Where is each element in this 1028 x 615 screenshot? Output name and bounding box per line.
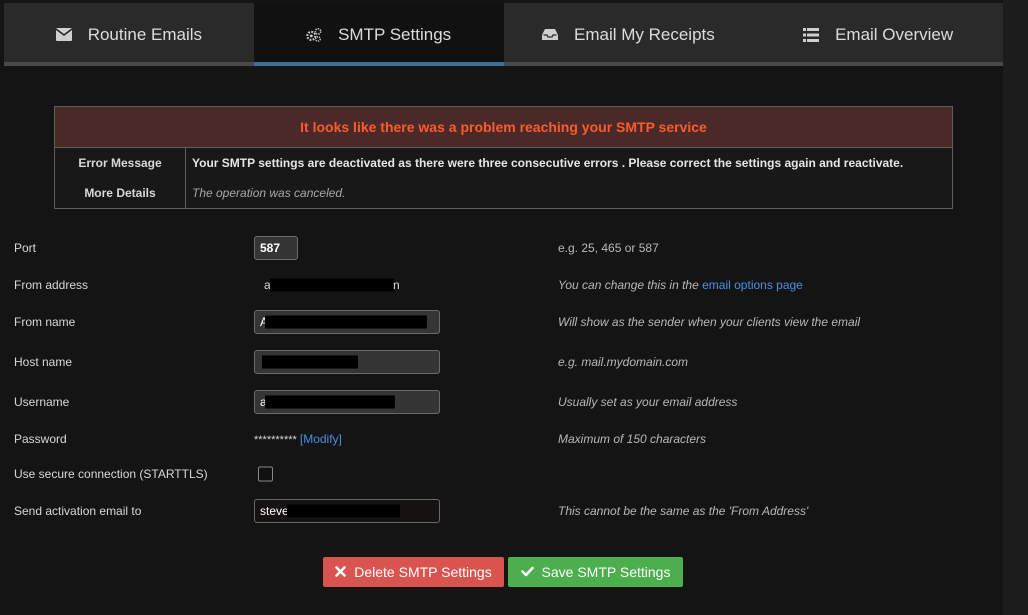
envelope-icon: [55, 27, 72, 43]
host-name-hint: e.g. mail.mydomain.com: [558, 355, 689, 369]
port-input[interactable]: [254, 236, 298, 260]
from-name-row: From name Will show as the sender when y…: [0, 307, 1003, 337]
error-details-row: More Details The operation was canceled.: [55, 178, 952, 208]
redaction-bar: [270, 278, 394, 292]
from-address-value-end: n: [393, 278, 400, 292]
tab-label: Email Overview: [835, 24, 954, 44]
host-name-row: Host name e.g. mail.mydomain.com: [0, 347, 1003, 377]
error-panel: It looks like there was a problem reachi…: [54, 106, 953, 209]
redaction-bar: [262, 355, 358, 369]
secure-checkbox[interactable]: [258, 466, 273, 482]
password-display: ********** [Modify]: [254, 432, 342, 446]
app: Routine Emails SMTP Settings Email My Re…: [0, 0, 1003, 615]
from-name-label: From name: [14, 315, 76, 329]
secure-label: Use secure connection (STARTTLS): [14, 467, 208, 481]
password-row: Password ********** [Modify] Maximum of …: [0, 424, 1003, 454]
activation-hint: This cannot be the same as the 'From Add…: [558, 504, 809, 518]
delete-smtp-button[interactable]: Delete SMTP Settings: [323, 557, 504, 587]
gears-icon: [306, 27, 322, 43]
tab-bar: Routine Emails SMTP Settings Email My Re…: [4, 3, 1003, 66]
from-address-row: From address a n You can change this in …: [0, 270, 1003, 300]
save-smtp-label: Save SMTP Settings: [541, 564, 671, 580]
error-message-row: Error Message Your SMTP settings are dea…: [55, 148, 952, 178]
error-title: It looks like there was a problem reachi…: [55, 107, 952, 148]
close-icon: [335, 564, 347, 580]
tab-label: Routine Emails: [87, 24, 203, 44]
tab-routine-emails[interactable]: Routine Emails: [4, 3, 254, 66]
activation-row: Send activation email to This cannot be …: [0, 496, 1003, 526]
host-name-label: Host name: [14, 355, 73, 369]
port-label: Port: [14, 241, 37, 255]
inbox-icon: [541, 27, 558, 43]
tab-label: Email My Receipts: [573, 24, 715, 44]
modify-password-link[interactable]: [Modify]: [300, 432, 342, 446]
redaction-bar: [265, 315, 427, 329]
check-icon: [520, 564, 534, 580]
password-hint: Maximum of 150 characters: [558, 432, 707, 446]
tab-smtp-settings[interactable]: SMTP Settings: [253, 3, 504, 66]
tab-email-my-receipts[interactable]: Email My Receipts: [504, 3, 754, 66]
error-message-text: Your SMTP settings are deactivated as th…: [192, 156, 904, 170]
redaction-bar: [265, 395, 395, 409]
delete-smtp-label: Delete SMTP Settings: [354, 564, 492, 580]
from-address-hint: You can change this in the email options…: [558, 278, 803, 292]
error-details-label: More Details: [55, 178, 186, 208]
port-hint: e.g. 25, 465 or 587: [558, 241, 659, 255]
port-row: Port e.g. 25, 465 or 587: [0, 233, 1003, 263]
save-smtp-button[interactable]: Save SMTP Settings: [508, 557, 683, 587]
password-label: Password: [14, 432, 67, 446]
from-address-hint-text: You can change this in the: [558, 278, 699, 292]
username-hint: Usually set as your email address: [558, 395, 738, 409]
from-name-hint: Will show as the sender when your client…: [558, 315, 861, 329]
redaction-bar: [287, 504, 400, 518]
email-options-link[interactable]: email options page: [702, 278, 803, 292]
tab-email-overview[interactable]: Email Overview: [753, 3, 1003, 66]
password-mask: **********: [254, 434, 297, 446]
username-label: Username: [14, 395, 70, 409]
error-message-label: Error Message: [55, 148, 186, 178]
list-icon: [803, 27, 820, 43]
from-address-label: From address: [14, 278, 89, 292]
activation-label: Send activation email to: [14, 504, 142, 518]
tab-label: SMTP Settings: [338, 24, 452, 44]
secure-row: Use secure connection (STARTTLS): [0, 459, 1003, 489]
username-row: Username Usually set as your email addre…: [0, 387, 1003, 417]
error-details-text: The operation was canceled.: [192, 186, 346, 200]
